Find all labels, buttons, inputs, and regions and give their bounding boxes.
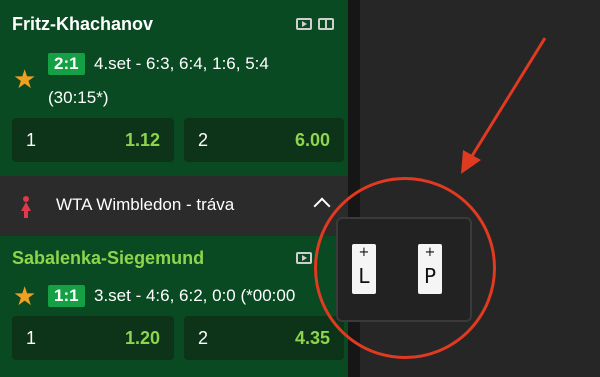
annotation-arrow-icon <box>461 37 547 174</box>
